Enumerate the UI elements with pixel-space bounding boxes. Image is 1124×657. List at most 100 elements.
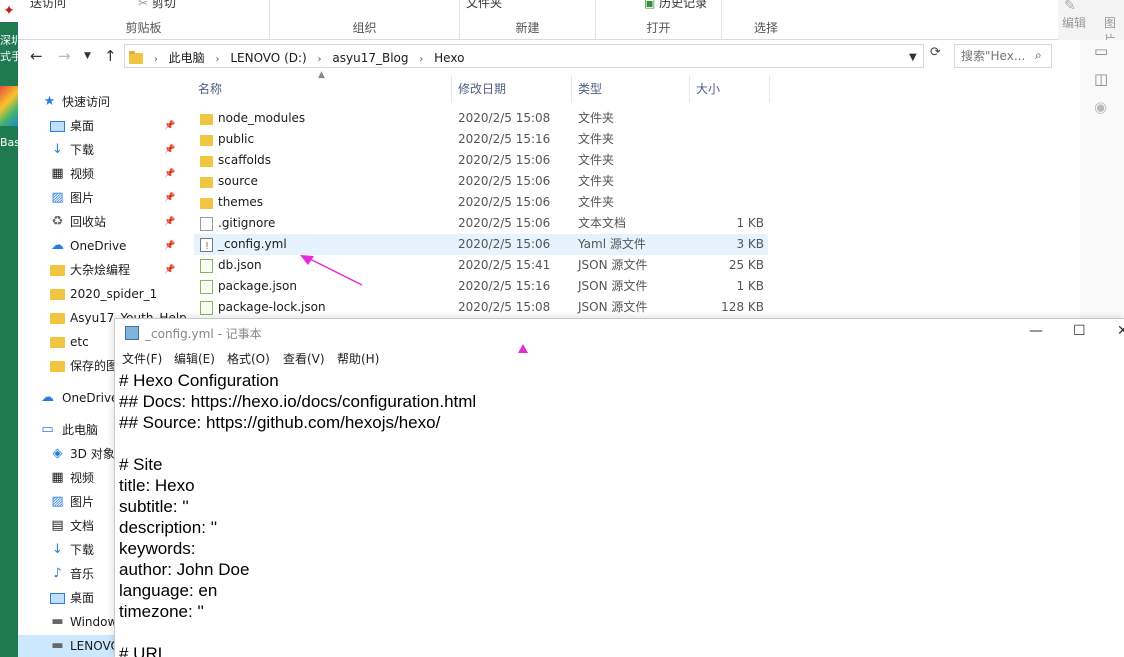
annotation-cursor-marker (518, 344, 528, 353)
preview-pane-toolbar: ▭ ◫ ◉ (1080, 40, 1124, 320)
arrow-left-icon[interactable]: ← (30, 47, 43, 65)
new-folder-button[interactable]: 文件夹 (466, 0, 502, 11)
breadcrumb-separator-icon[interactable]: › (154, 54, 158, 65)
folder-icon (200, 114, 213, 125)
breadcrumb-separator-icon[interactable]: › (216, 54, 220, 65)
folder-icon (129, 51, 143, 64)
menu-edit[interactable]: 编辑(E) (174, 350, 215, 367)
nav-quick-item[interactable]: ♻ 回收站 📌 (18, 211, 194, 233)
nav-label: 快速访问 (62, 95, 111, 109)
nav-quick-item[interactable]: 2020_spider_1 (18, 283, 194, 305)
file-row[interactable]: .gitignore 2020/2/5 15:06 文本文档 1 KB (194, 213, 768, 234)
download-icon: ↓ (52, 142, 63, 157)
nav-quick-access[interactable]: ★ 快速访问 (18, 91, 194, 113)
refresh-icon[interactable]: ⟳ (930, 45, 944, 60)
breadcrumb-separator-icon[interactable]: › (318, 54, 322, 65)
column-header-type[interactable]: 类型 (572, 76, 690, 102)
notepad-title-bar[interactable]: _config.yml - 记事本 — ☐ ✕ (115, 319, 1124, 347)
arrow-right-icon[interactable]: → (58, 47, 71, 65)
close-icon[interactable]: ✕ (1117, 323, 1124, 339)
menu-view[interactable]: 查看(V) (283, 350, 325, 367)
details-pane-icon[interactable]: ◫ (1094, 70, 1108, 88)
video-icon: ▦ (51, 470, 64, 485)
yaml-file-icon (200, 236, 213, 257)
json-file-icon (200, 280, 213, 294)
computer-icon: ▭ (41, 422, 54, 437)
nav-quick-item[interactable]: ↓ 下载 📌 (18, 139, 194, 161)
nav-label: 下载 (70, 543, 95, 557)
breadcrumb-item[interactable]: Hexo (434, 51, 464, 65)
nav-quick-item[interactable]: ☁ OneDrive 📌 (18, 235, 194, 257)
file-row[interactable]: db.json 2020/2/5 15:41 JSON 源文件 25 KB (194, 255, 768, 276)
folder-icon (50, 337, 65, 348)
notepad-menu-bar: 文件(F) 编辑(E) 格式(O) 查看(V) 帮助(H) (115, 347, 1124, 369)
nav-quick-item[interactable]: ▨ 图片 📌 (18, 187, 194, 209)
breadcrumb-item[interactable]: 此电脑 (169, 51, 205, 65)
file-type: JSON 源文件 (578, 258, 648, 272)
app-icon[interactable] (0, 86, 18, 126)
file-row[interactable]: source 2020/2/5 15:06 文件夹 (194, 171, 768, 192)
recent-locations-chevron-down-icon[interactable]: ▼ (84, 51, 91, 61)
minimize-icon[interactable]: — (1029, 323, 1043, 339)
column-header-label: 类型 (578, 82, 603, 96)
search-input[interactable] (955, 45, 1033, 67)
json-file-icon (200, 301, 213, 315)
ribbon-group-select: 选择 (722, 0, 810, 40)
recycle-bin-icon: ♻ (51, 214, 64, 229)
file-row[interactable]: node_modules 2020/2/5 15:08 文件夹 (194, 108, 768, 129)
breadcrumb-item[interactable]: asyu17_Blog (332, 51, 408, 65)
nav-label: 图片 (70, 495, 95, 509)
history-icon: ▣ (644, 0, 656, 10)
menu-help[interactable]: 帮助(H) (337, 350, 379, 367)
file-row[interactable]: package.json 2020/2/5 15:16 JSON 源文件 1 KB (194, 276, 768, 297)
address-dropdown-chevron-down-icon[interactable]: ▼ (909, 52, 917, 63)
nav-label: 2020_spider_1 (70, 287, 158, 301)
folder-icon (50, 361, 65, 372)
text-line: # Site (119, 455, 163, 474)
nav-quick-item[interactable]: 大杂烩编程 📌 (18, 259, 194, 281)
breadcrumb-separator-icon[interactable]: › (419, 54, 423, 65)
pdf-icon[interactable]: ✦ (0, 0, 18, 22)
file-name: package.json (218, 279, 298, 293)
arrow-up-icon[interactable]: ↑ (104, 47, 117, 65)
eye-icon[interactable]: ◉ (1094, 98, 1107, 116)
file-date: 2020/2/5 15:06 (458, 216, 551, 230)
column-header-label: 大小 (696, 82, 721, 96)
column-header-name[interactable]: 名称 (198, 76, 452, 102)
edit-button[interactable]: 编辑 (1062, 14, 1086, 31)
file-row[interactable]: _config.yml 2020/2/5 15:06 Yaml 源文件 3 KB (194, 234, 768, 257)
breadcrumb-item[interactable]: LENOVO (D:) (230, 51, 306, 65)
file-size: 1 KB (736, 216, 764, 230)
column-header-date[interactable]: 修改日期 (452, 76, 572, 102)
cut-button[interactable]: ✂ 剪切 (138, 0, 176, 11)
nav-label: 视频 (70, 471, 95, 485)
file-name: package-lock.json (218, 300, 326, 314)
quick-access-pin-label[interactable]: 送访问 (30, 0, 66, 11)
nav-quick-item[interactable]: 桌面 📌 (18, 115, 194, 137)
file-row[interactable]: public 2020/2/5 15:16 文件夹 (194, 129, 768, 150)
nav-quick-item[interactable]: ▦ 视频 📌 (18, 163, 194, 185)
maximize-icon[interactable]: ☐ (1073, 323, 1086, 339)
file-date: 2020/2/5 15:06 (458, 174, 551, 188)
file-date: 2020/2/5 15:41 (458, 258, 551, 272)
file-row[interactable]: themes 2020/2/5 15:06 文件夹 (194, 192, 768, 213)
history-button[interactable]: ▣ 历史记录 (644, 0, 707, 11)
json-file-icon (200, 259, 213, 273)
file-name: public (218, 132, 255, 146)
cube-icon: ◈ (52, 446, 63, 461)
desktop-label: 深圳 (0, 34, 18, 47)
notepad-text-area[interactable]: # Hexo Configuration ## Docs: https://hex… (115, 369, 1124, 657)
file-row[interactable]: package-lock.json 2020/2/5 15:08 JSON 源文件 1… (194, 297, 768, 318)
menu-format[interactable]: 格式(O) (227, 350, 270, 367)
music-icon: ♪ (53, 566, 62, 581)
search-box[interactable]: ⌕ (954, 44, 1052, 68)
preview-window-icon[interactable]: ▭ (1094, 42, 1108, 60)
file-name: db.json (218, 258, 262, 272)
text-line: title: Hexo (119, 476, 195, 495)
preview-ribbon-strip: ✎ 编辑 图片 (1058, 0, 1124, 47)
address-bar[interactable]: › 此电脑 › LENOVO (D:) › asyu17_Blog › Hexo… (124, 44, 924, 68)
column-header-size[interactable]: 大小 (690, 76, 770, 102)
file-row[interactable]: scaffolds 2020/2/5 15:06 文件夹 (194, 150, 768, 171)
menu-file[interactable]: 文件(F) (122, 350, 162, 367)
file-date: 2020/2/5 15:06 (458, 195, 551, 209)
